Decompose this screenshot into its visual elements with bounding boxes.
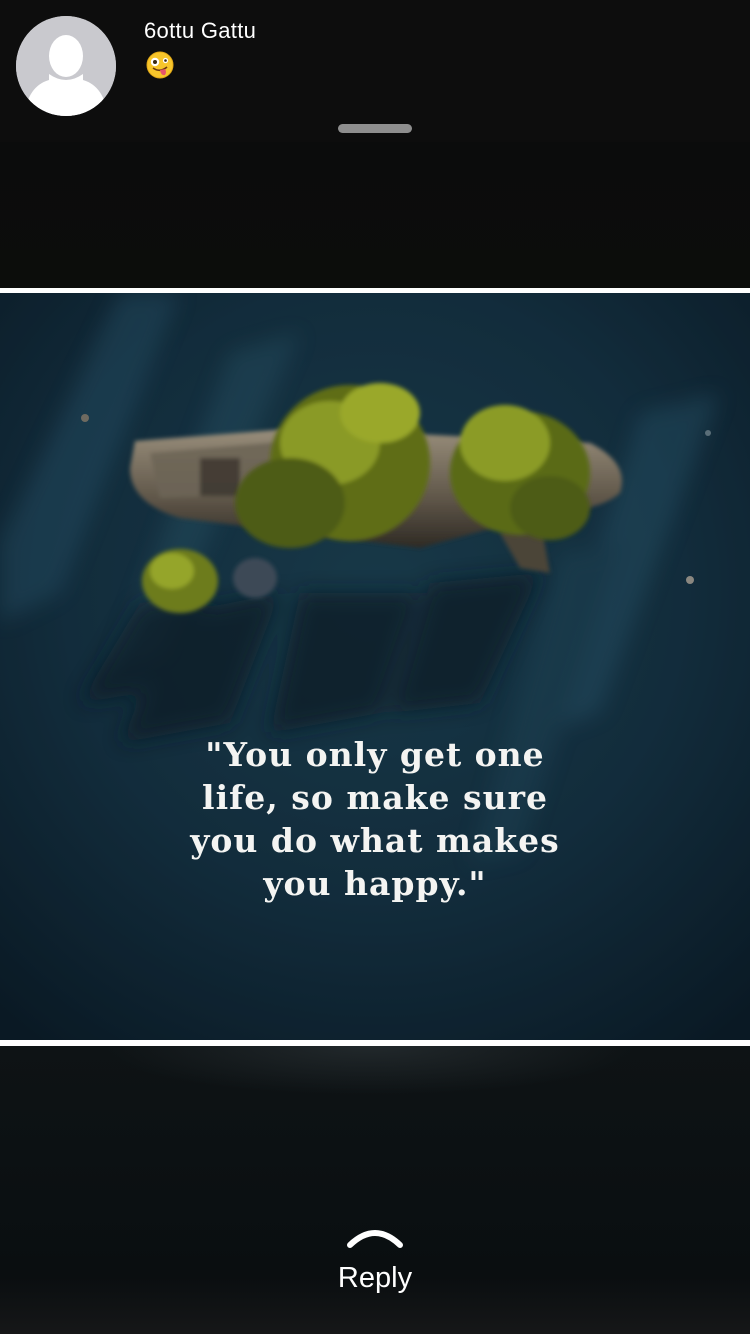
status-image: "You only get one life, so make sure you…: [0, 293, 750, 1040]
status-media[interactable]: "You only get one life, so make sure you…: [0, 288, 750, 1046]
contact-name: 6ottu Gattu: [144, 18, 257, 43]
quote-line: life, so make sure: [202, 778, 548, 817]
drag-handle[interactable]: [338, 124, 412, 133]
zany-face-emoji-icon: [146, 51, 174, 79]
avatar[interactable]: [16, 16, 116, 116]
chevron-up-icon[interactable]: [346, 1223, 404, 1249]
status-quote-text: "You only get one life, so make sure you…: [0, 733, 750, 905]
status-header: 6ottu Gattu: [0, 0, 750, 142]
quote-line: you happy.": [263, 864, 487, 903]
blurred-backdrop-top: [0, 142, 750, 288]
status-viewer: 6ottu Gattu "You only get one life, so m…: [0, 0, 750, 1334]
quote-line: you do what makes: [190, 821, 560, 860]
default-avatar-icon: [16, 16, 116, 116]
quote-line: "You only get one: [205, 735, 545, 774]
reply-button[interactable]: Reply: [0, 1262, 750, 1295]
